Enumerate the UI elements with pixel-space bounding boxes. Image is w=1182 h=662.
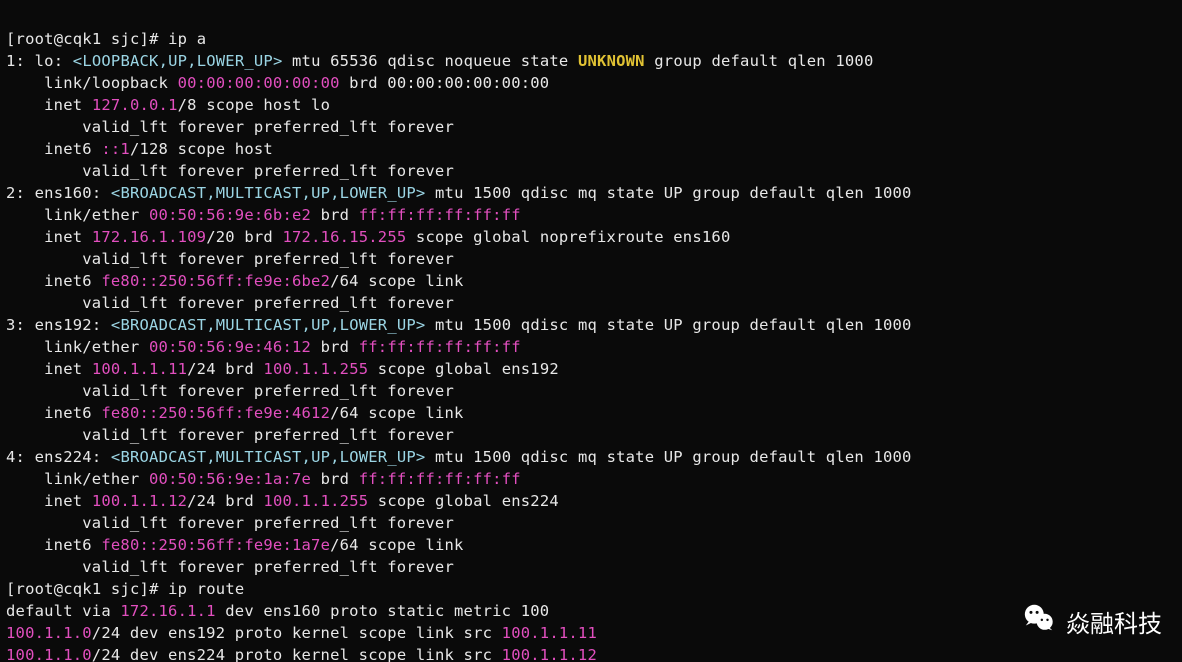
iface-ens224-header: 4: ens224: <BROADCAST,MULTICAST,UP,LOWER…	[6, 448, 912, 466]
iface-ens224-inet6: inet6 fe80::250:56ff:fe9e:1a7e/64 scope …	[6, 536, 464, 554]
iface-ens160-inet: inet 172.16.1.109/20 brd 172.16.15.255 s…	[6, 228, 730, 246]
iface-lo-valid6: valid_lft forever preferred_lft forever	[6, 162, 454, 180]
iface-ens192-header: 3: ens192: <BROADCAST,MULTICAST,UP,LOWER…	[6, 316, 912, 334]
iface-ens160-inet6: inet6 fe80::250:56ff:fe9e:6be2/64 scope …	[6, 272, 464, 290]
route-default: default via 172.16.1.1 dev ens160 proto …	[6, 602, 549, 620]
iface-ens192-valid6: valid_lft forever preferred_lft forever	[6, 426, 454, 444]
iface-lo-link: link/loopback 00:00:00:00:00:00 brd 00:0…	[6, 74, 549, 92]
iface-ens192-inet6: inet6 fe80::250:56ff:fe9e:4612/64 scope …	[6, 404, 464, 422]
iface-ens192-link: link/ether 00:50:56:9e:46:12 brd ff:ff:f…	[6, 338, 521, 356]
iface-ens224-valid6: valid_lft forever preferred_lft forever	[6, 558, 454, 576]
iface-ens224-link: link/ether 00:50:56:9e:1a:7e brd ff:ff:f…	[6, 470, 521, 488]
prompt-line-1: [root@cqk1 sjc]# ip a	[6, 30, 206, 48]
iface-lo-valid: valid_lft forever preferred_lft forever	[6, 118, 454, 136]
iface-ens224-valid: valid_lft forever preferred_lft forever	[6, 514, 454, 532]
iface-ens160-valid6: valid_lft forever preferred_lft forever	[6, 294, 454, 312]
iface-ens160-valid: valid_lft forever preferred_lft forever	[6, 250, 454, 268]
iface-lo-inet6: inet6 ::1/128 scope host	[6, 140, 273, 158]
iface-ens192-valid: valid_lft forever preferred_lft forever	[6, 382, 454, 400]
iface-ens160-link: link/ether 00:50:56:9e:6b:e2 brd ff:ff:f…	[6, 206, 521, 224]
route-1: 100.1.1.0/24 dev ens192 proto kernel sco…	[6, 624, 597, 642]
iface-ens224-inet: inet 100.1.1.12/24 brd 100.1.1.255 scope…	[6, 492, 559, 510]
prompt-line-2: [root@cqk1 sjc]# ip route	[6, 580, 244, 598]
iface-ens192-inet: inet 100.1.1.11/24 brd 100.1.1.255 scope…	[6, 360, 559, 378]
iface-ens160-header: 2: ens160: <BROADCAST,MULTICAST,UP,LOWER…	[6, 184, 912, 202]
iface-lo-header: 1: lo: <LOOPBACK,UP,LOWER_UP> mtu 65536 …	[6, 52, 873, 70]
iface-lo-inet: inet 127.0.0.1/8 scope host lo	[6, 96, 330, 114]
terminal-output[interactable]: [root@cqk1 sjc]# ip a 1: lo: <LOOPBACK,U…	[0, 0, 1182, 662]
route-2: 100.1.1.0/24 dev ens224 proto kernel sco…	[6, 646, 597, 662]
